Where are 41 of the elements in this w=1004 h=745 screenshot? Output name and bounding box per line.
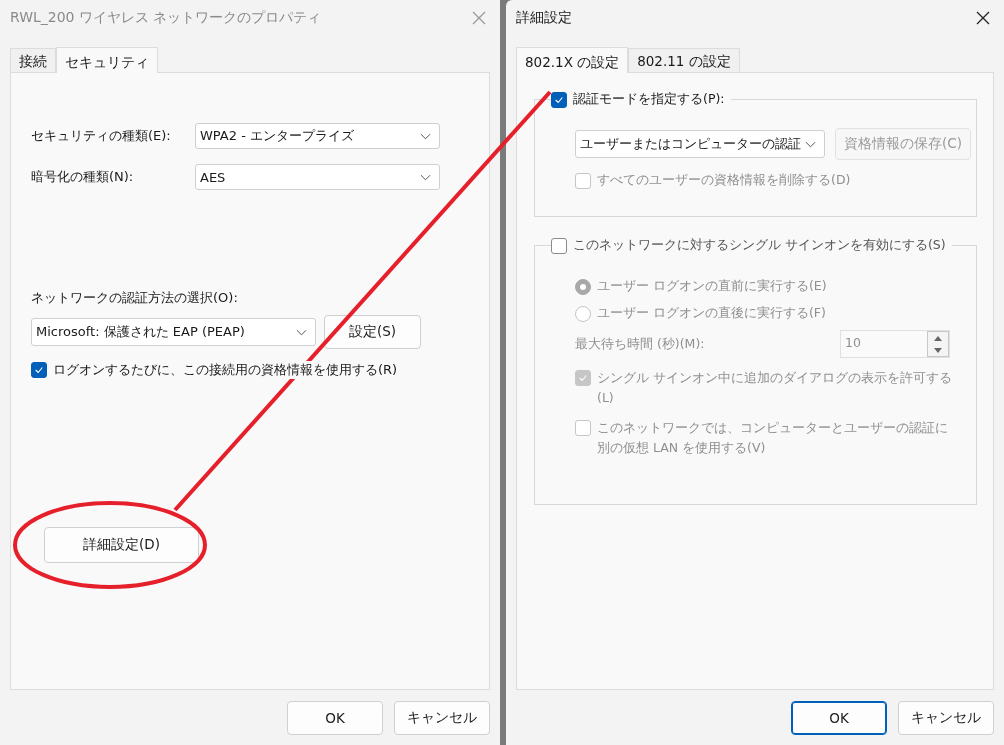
- window-title: RWL_200 ワイヤレス ネットワークのプロパティ: [10, 9, 322, 27]
- checkbox[interactable]: [551, 91, 567, 108]
- radio-label: ユーザー ログオンの直前に実行する(E): [597, 278, 827, 295]
- tab[interactable]: 接続: [10, 48, 56, 72]
- checkbox-label: このネットワークに対するシングル サインオンを有効にする(S): [573, 237, 946, 254]
- checkbox-label: 認証モードを指定する(P):: [573, 91, 725, 108]
- check-icon: [554, 94, 564, 105]
- arrow-down-icon[interactable]: [934, 347, 942, 353]
- field-label: 暗号化の種類(N):: [31, 168, 135, 186]
- arrow-up-icon[interactable]: [934, 335, 942, 341]
- dropdown[interactable]: WPA2 - エンタープライズ: [195, 123, 440, 149]
- dialog-button[interactable]: キャンセル: [394, 700, 490, 735]
- checkbox[interactable]: [551, 237, 567, 254]
- checkbox-label: このネットワークでは、コンピューターとユーザーの認証に別の仮想 LAN を使用する(V): [597, 419, 949, 457]
- radio-label: ユーザー ログオンの直後に実行する(F): [597, 305, 826, 322]
- checkbox-label: シングル サインオン中に追加のダイアログの表示を許可する(L): [597, 369, 953, 407]
- tab[interactable]: セキュリティ: [56, 47, 158, 73]
- field-label: ネットワークの認証方法の選択(O):: [31, 289, 239, 307]
- close-icon[interactable]: [976, 11, 990, 25]
- chevron-down-icon: [420, 173, 431, 181]
- field-label: セキュリティの種類(E):: [31, 127, 172, 145]
- field-label: 最大待ち時間 (秒)(M):: [575, 335, 705, 353]
- checkbox[interactable]: [31, 362, 47, 378]
- chevron-down-icon: [296, 328, 307, 336]
- check-icon: [34, 365, 44, 375]
- window-title: 詳細設定: [516, 9, 572, 27]
- checkbox-label: すべてのユーザーの資格情報を削除する(D): [597, 172, 851, 189]
- dialog-button[interactable]: OK: [287, 700, 383, 735]
- chevron-down-icon: [805, 140, 816, 148]
- checkbox-label: ログオンするたびに、この接続用の資格情報を使用する(R): [53, 361, 398, 379]
- dropdown[interactable]: ユーザーまたはコンピューターの認証: [575, 130, 825, 158]
- dialog-button[interactable]: キャンセル: [898, 700, 994, 735]
- tab[interactable]: 802.1X の設定: [516, 47, 629, 73]
- dropdown[interactable]: Microsoft: 保護された EAP (PEAP): [31, 318, 316, 346]
- settings-button[interactable]: 設定(S): [324, 315, 421, 349]
- chevron-down-icon: [420, 132, 431, 140]
- tab[interactable]: 802.11 の設定: [628, 48, 740, 72]
- dialog-button[interactable]: OK: [791, 700, 887, 735]
- check-icon: [578, 373, 588, 383]
- advanced-settings-button[interactable]: 詳細設定(D): [44, 527, 199, 563]
- dropdown[interactable]: AES: [195, 164, 440, 190]
